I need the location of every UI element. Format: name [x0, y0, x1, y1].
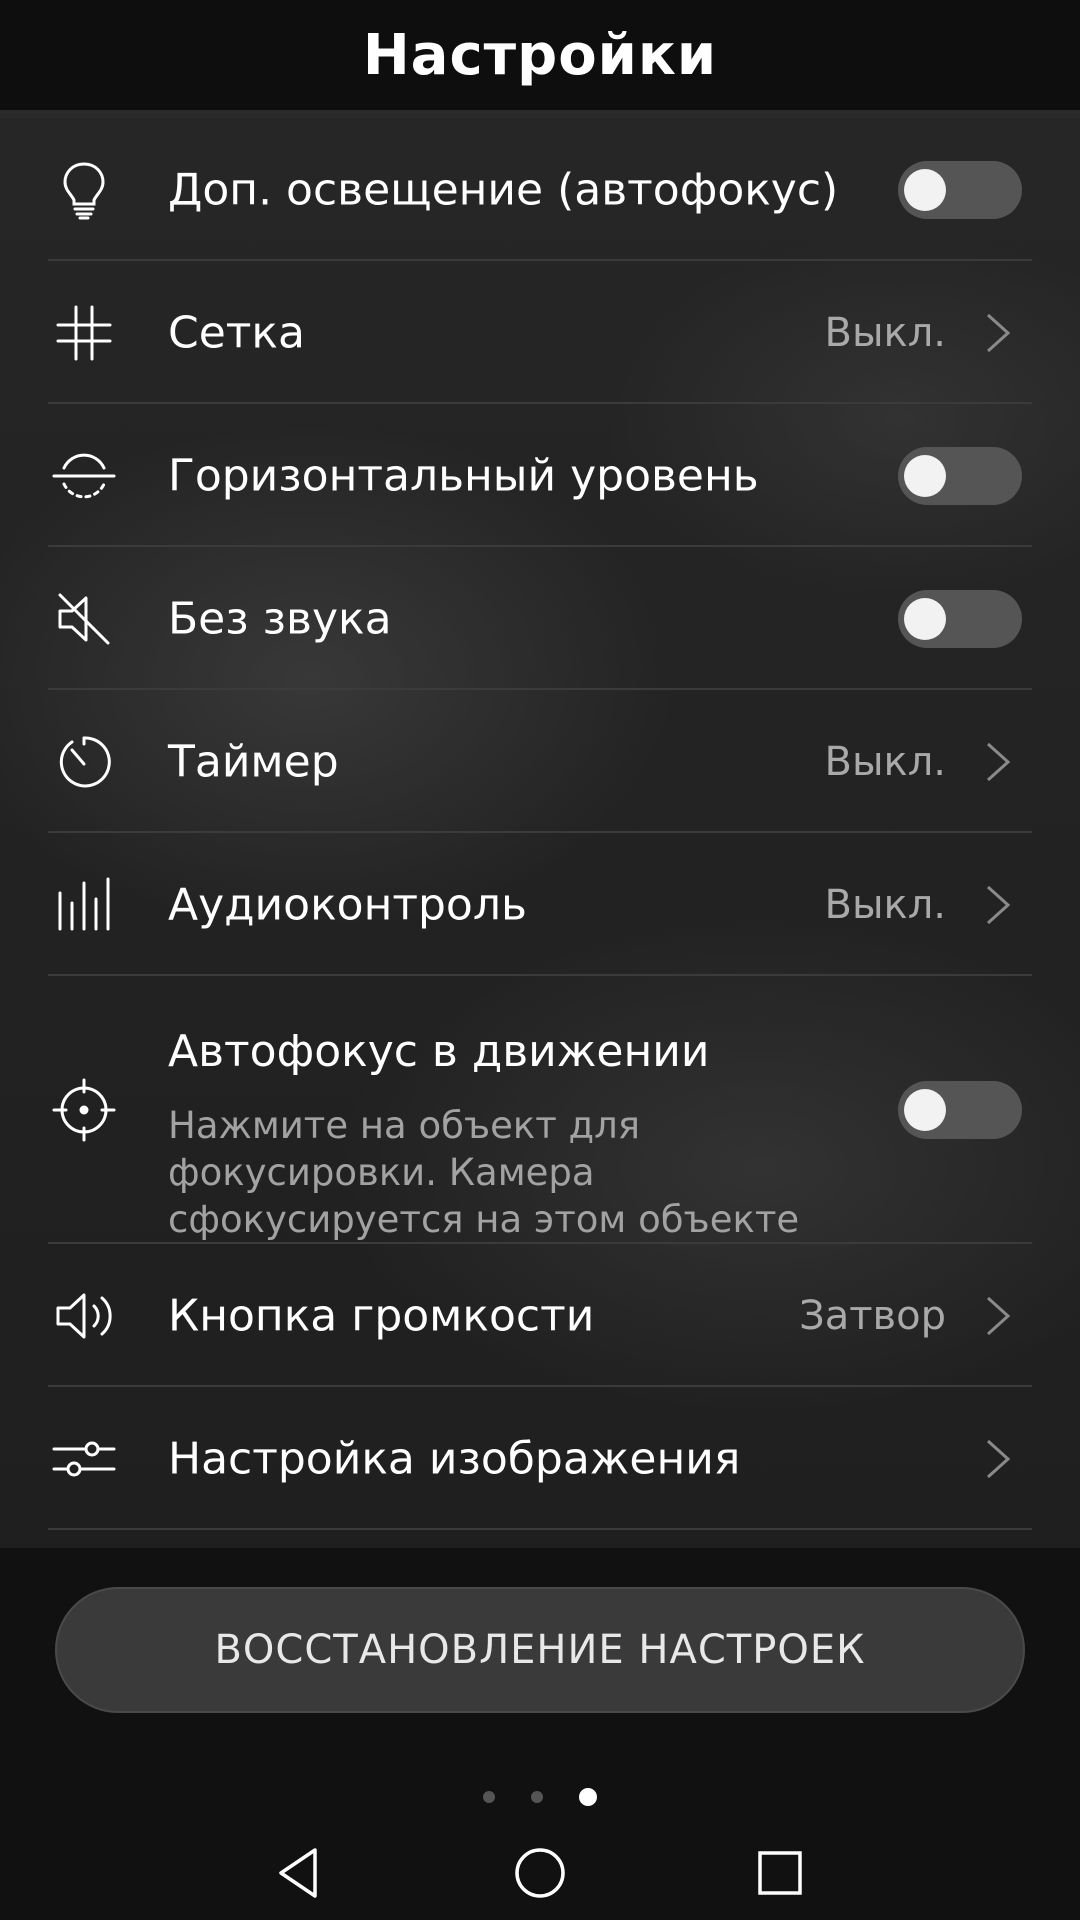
bulb-icon: [52, 158, 116, 222]
setting-horizon-level[interactable]: Горизонтальный уровень: [0, 404, 1080, 547]
chevron-right-icon: [984, 311, 1012, 355]
toggle-knob: [904, 454, 946, 497]
grid-icon: [52, 301, 116, 365]
home-circle-icon[interactable]: [505, 1838, 575, 1908]
setting-volume-key[interactable]: Кнопка громкости Затвор: [0, 1244, 1080, 1387]
setting-label: Без звука: [168, 593, 392, 644]
motion-autofocus-toggle[interactable]: [898, 1081, 1022, 1139]
audio-bars-icon: [52, 873, 116, 937]
chevron-right-icon: [984, 740, 1012, 784]
setting-label: Кнопка громкости: [168, 1290, 595, 1341]
recents-square-icon[interactable]: [745, 1838, 815, 1908]
setting-value: Выкл.: [824, 738, 946, 785]
crosshair-icon: [52, 1078, 116, 1142]
page-indicator: [0, 1785, 1080, 1809]
page-dot[interactable]: [483, 1791, 495, 1803]
page-dot[interactable]: [531, 1791, 543, 1803]
toggle-knob: [904, 168, 946, 211]
toggle-knob: [904, 597, 946, 640]
setting-label: Настройка изображения: [168, 1433, 741, 1484]
setting-grid[interactable]: Сетка Выкл.: [0, 261, 1080, 404]
setting-label: Горизонтальный уровень: [168, 450, 759, 501]
setting-label: Сетка: [168, 307, 305, 358]
header-divider: [0, 110, 1080, 118]
setting-motion-autofocus[interactable]: Автофокус в движении Нажмите на объект д…: [0, 976, 1080, 1244]
mute-toggle[interactable]: [898, 589, 1022, 648]
setting-label: Таймер: [168, 736, 339, 787]
chevron-right-icon: [984, 1294, 1012, 1338]
setting-image-adjust[interactable]: Настройка изображения: [0, 1387, 1080, 1530]
page-dot-active[interactable]: [579, 1788, 597, 1806]
setting-value: Затвор: [799, 1292, 946, 1339]
af-assist-light-toggle[interactable]: [898, 160, 1022, 219]
setting-label: Автофокус в движении: [168, 1026, 710, 1077]
level-icon: [52, 444, 116, 508]
setting-af-assist-light[interactable]: Доп. освещение (автофокус): [0, 118, 1080, 261]
mute-icon: [52, 587, 116, 651]
chevron-right-icon: [984, 883, 1012, 927]
setting-description: Нажмите на объект для фокусировки. Камер…: [168, 1104, 800, 1241]
toggle-knob: [904, 1089, 946, 1131]
app-header: Настройки: [0, 0, 1080, 110]
chevron-right-icon: [984, 1437, 1012, 1481]
system-nav-bar: [0, 1820, 1080, 1920]
row-divider: [48, 1528, 1032, 1530]
page-title: Настройки: [362, 22, 718, 88]
speaker-icon: [52, 1284, 116, 1348]
reset-settings-button[interactable]: ВОССТАНОВЛЕНИЕ НАСТРОЕК: [55, 1587, 1025, 1713]
horizon-level-toggle[interactable]: [898, 446, 1022, 505]
setting-mute[interactable]: Без звука: [0, 547, 1080, 690]
setting-value: Выкл.: [824, 309, 946, 356]
setting-label: Аудиоконтроль: [168, 879, 527, 930]
setting-label: Доп. освещение (автофокус): [168, 164, 839, 215]
sliders-icon: [52, 1427, 116, 1491]
camera-settings-screen: Настройки Доп. освещение (автофокус) Сет…: [0, 0, 1080, 1920]
settings-list: Доп. освещение (автофокус) Сетка Выкл. Г…: [0, 118, 1080, 1530]
setting-value: Выкл.: [824, 881, 946, 928]
timer-icon: [52, 730, 116, 794]
setting-audio-control[interactable]: Аудиоконтроль Выкл.: [0, 833, 1080, 976]
back-triangle-icon[interactable]: [265, 1838, 335, 1908]
setting-timer[interactable]: Таймер Выкл.: [0, 690, 1080, 833]
